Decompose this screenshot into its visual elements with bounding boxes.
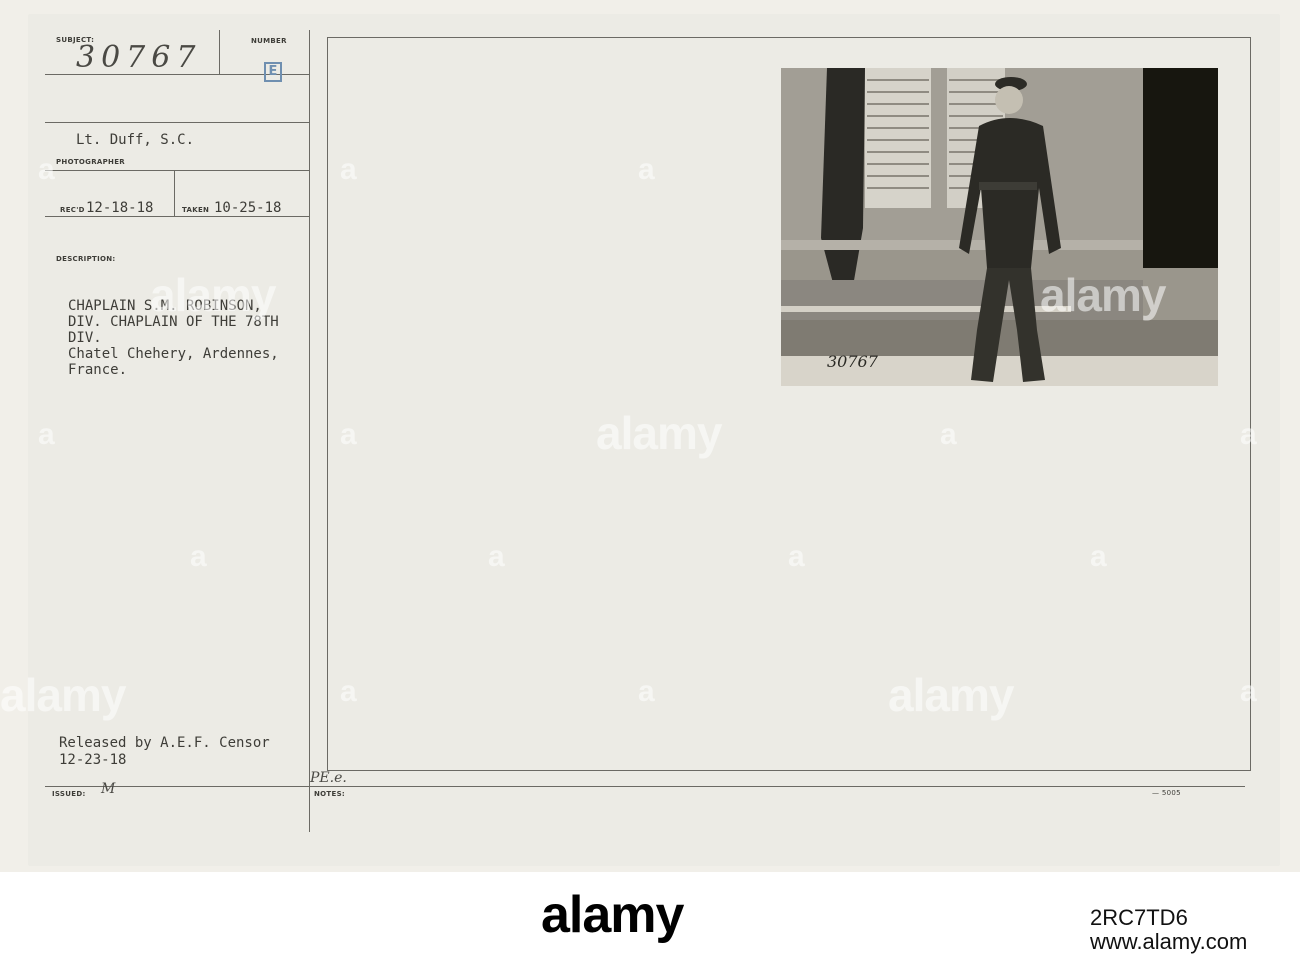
watermark: alamy bbox=[1040, 269, 1166, 321]
watermark-glyph: a bbox=[488, 540, 505, 573]
watermark-glyph: a bbox=[190, 540, 207, 573]
description-line: DIV. bbox=[68, 330, 102, 346]
rule-subject-divider bbox=[219, 30, 220, 74]
release-line: Released by A.E.F. Censor bbox=[59, 735, 270, 751]
watermark-glyph: a bbox=[940, 418, 957, 451]
rule-photographer-label bbox=[45, 170, 309, 171]
recd-date: 12-18-18 bbox=[86, 200, 154, 216]
number-label: NUMBER bbox=[251, 37, 287, 45]
watermark: alamy bbox=[596, 407, 722, 459]
rule-photographer bbox=[45, 122, 309, 123]
notes-label: NOTES: bbox=[314, 790, 346, 798]
watermark-glyph: a bbox=[38, 418, 55, 451]
watermark-glyph: a bbox=[638, 675, 655, 708]
pe-mark: PE.e. bbox=[310, 770, 347, 786]
watermark-glyph: a bbox=[638, 153, 655, 186]
description-label: DESCRIPTION: bbox=[56, 255, 116, 263]
form-code: — 5005 bbox=[1152, 789, 1181, 797]
subject-number: 30767 bbox=[76, 40, 202, 75]
issued-label: ISSUED: bbox=[52, 790, 86, 798]
soldier-photo-illustration bbox=[781, 68, 1218, 386]
rule-dates-divider bbox=[174, 170, 175, 216]
watermark-glyph: a bbox=[38, 153, 55, 186]
number-stamp: E bbox=[264, 62, 282, 82]
description-line: Chatel Chehery, Ardennes, bbox=[68, 346, 279, 362]
issued-mark: M bbox=[101, 781, 116, 797]
watermark: alamy bbox=[0, 669, 126, 721]
watermark-glyph: a bbox=[340, 418, 357, 451]
watermark-glyph: a bbox=[1090, 540, 1107, 573]
rule-column-divider bbox=[309, 30, 310, 832]
taken-label: TAKEN bbox=[182, 206, 210, 214]
footer-image-id: 2RC7TD6 bbox=[1090, 905, 1188, 930]
watermark-glyph: a bbox=[340, 675, 357, 708]
watermark-glyph: a bbox=[1240, 418, 1257, 451]
photographer-name: Lt. Duff, S.C. bbox=[76, 132, 195, 148]
description-line: France. bbox=[68, 362, 128, 378]
soldier-photograph: 30767 bbox=[781, 68, 1218, 386]
watermark-glyph: a bbox=[340, 153, 357, 186]
recd-label: REC'D bbox=[60, 206, 85, 214]
footer-logo: alamy bbox=[541, 886, 684, 944]
photo-handwritten-number: 30767 bbox=[827, 352, 878, 371]
watermark: alamy bbox=[888, 669, 1014, 721]
footer-url: www.alamy.com bbox=[1090, 929, 1248, 954]
release-date: 12-23-18 bbox=[59, 752, 127, 768]
watermark-glyph: a bbox=[1240, 675, 1257, 708]
photographer-label: PHOTOGRAPHER bbox=[56, 158, 125, 166]
rule-dates bbox=[45, 216, 309, 217]
taken-date: 10-25-18 bbox=[214, 200, 282, 216]
rule-issued bbox=[45, 786, 1245, 787]
watermark-glyph: a bbox=[788, 540, 805, 573]
watermark: alamy bbox=[150, 269, 276, 321]
